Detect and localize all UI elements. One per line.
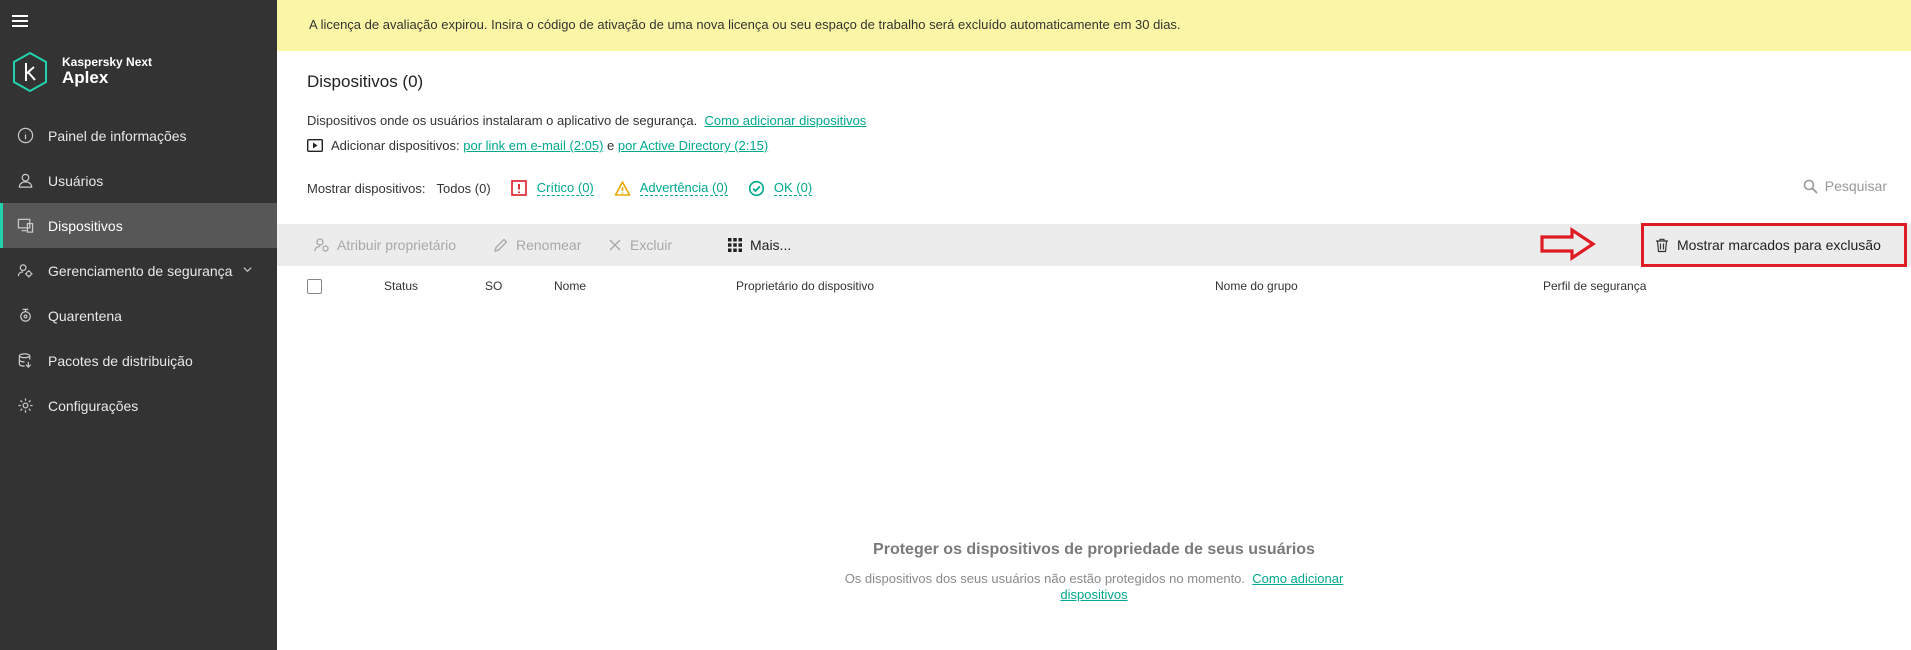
add-and-text: e xyxy=(607,138,615,153)
column-device-owner[interactable]: Proprietário do dispositivo xyxy=(736,279,874,293)
ok-check-icon xyxy=(748,180,765,196)
gear-icon xyxy=(16,397,34,415)
brand-line2: Aplex xyxy=(62,68,109,88)
page-description: Dispositivos onde os usuários instalaram… xyxy=(307,113,866,128)
search-button[interactable]: Pesquisar xyxy=(1803,178,1887,194)
chevron-down-icon xyxy=(243,267,252,273)
grid-menu-icon xyxy=(728,238,742,252)
assign-owner-icon xyxy=(314,238,329,252)
banner-text: A licença de avaliação expirou. Insira o… xyxy=(309,17,1181,32)
empty-state-description: Os dispositivos dos seus usuários não es… xyxy=(819,571,1369,603)
annotation-arrow-icon xyxy=(1540,227,1596,261)
sidebar: Kaspersky Next Aplex Painel de informaçõ… xyxy=(0,0,277,650)
assign-owner-button[interactable]: Atribuir proprietário xyxy=(314,224,456,266)
license-expired-banner: A licença de avaliação expirou. Insira o… xyxy=(277,0,1911,51)
add-devices-line: Adicionar dispositivos: por link em e-ma… xyxy=(307,138,768,153)
table-header: Status SO Nome Proprietário do dispositi… xyxy=(277,266,1911,306)
filter-ok[interactable]: OK (0) xyxy=(748,180,813,197)
filter-all[interactable]: Todos (0) xyxy=(436,181,490,196)
more-button[interactable]: Mais... xyxy=(727,224,791,266)
column-name[interactable]: Nome xyxy=(554,279,586,293)
delete-button[interactable]: Excluir xyxy=(607,224,672,266)
empty-state-text: Os dispositivos dos seus usuários não es… xyxy=(844,571,1246,586)
sidebar-item-label: Painel de informações xyxy=(48,127,187,144)
column-status[interactable]: Status xyxy=(384,279,418,293)
sidebar-item-devices[interactable]: Dispositivos xyxy=(0,203,277,248)
filter-critical-label: Crítico (0) xyxy=(536,180,594,196)
security-management-icon xyxy=(16,262,34,280)
filter-warning-label: Advertência (0) xyxy=(639,180,728,196)
how-to-add-devices-link[interactable]: Como adicionar dispositivos xyxy=(704,113,866,128)
sidebar-item-users[interactable]: Usuários xyxy=(0,158,277,203)
delete-label: Excluir xyxy=(630,237,673,253)
empty-state-title: Proteger os dispositivos de propriedade … xyxy=(873,541,1315,558)
logo[interactable]: Kaspersky Next Aplex xyxy=(12,52,152,92)
assign-owner-label: Atribuir proprietário xyxy=(337,237,457,253)
info-icon xyxy=(16,127,34,145)
sidebar-item-distribution-packages[interactable]: Pacotes de distribuição xyxy=(0,338,277,383)
filters-label: Mostrar dispositivos: xyxy=(307,180,426,196)
sidebar-item-label: Pacotes de distribuição xyxy=(48,352,193,369)
annotation-highlight-box xyxy=(1641,223,1907,267)
sidebar-item-security-management[interactable]: Gerenciamento de segurança xyxy=(0,248,277,293)
filter-ok-label: OK (0) xyxy=(773,180,813,196)
sidebar-nav: Painel de informações Usuários Dispositi… xyxy=(0,113,277,428)
rename-label: Renomear xyxy=(516,237,582,253)
sidebar-item-label: Quarentena xyxy=(48,307,122,324)
search-label: Pesquisar xyxy=(1824,178,1887,194)
close-icon xyxy=(609,239,621,251)
rename-button[interactable]: Renomear xyxy=(493,224,581,266)
description-text: Dispositivos onde os usuários instalaram… xyxy=(307,113,698,128)
column-security-profile[interactable]: Perfil de segurança xyxy=(1543,279,1646,293)
critical-icon xyxy=(510,179,527,196)
devices-icon xyxy=(16,217,34,235)
sidebar-item-label: Usuários xyxy=(48,172,104,189)
column-group-name[interactable]: Nome do grupo xyxy=(1215,279,1298,293)
pencil-icon xyxy=(494,238,508,252)
device-filters: Mostrar dispositivos: Todos (0) Crítico … xyxy=(307,178,813,198)
kaspersky-logo-icon xyxy=(13,52,47,92)
sidebar-item-dashboard[interactable]: Painel de informações xyxy=(0,113,277,158)
sidebar-item-label: Dispositivos xyxy=(48,217,123,234)
sidebar-item-label: Gerenciamento de segurança xyxy=(48,262,233,279)
sidebar-item-settings[interactable]: Configurações xyxy=(0,383,277,428)
main-content: Dispositivos (0) Dispositivos onde os us… xyxy=(277,51,1911,650)
more-label: Mais... xyxy=(750,237,792,253)
user-icon xyxy=(16,172,34,190)
sidebar-item-label: Configurações xyxy=(48,397,139,414)
column-os[interactable]: SO xyxy=(485,279,502,293)
warning-icon xyxy=(614,180,631,196)
filter-critical[interactable]: Crítico (0) xyxy=(510,179,594,197)
page-title: Dispositivos (0) xyxy=(307,72,424,91)
search-icon xyxy=(1803,179,1818,194)
hamburger-menu-icon[interactable] xyxy=(12,15,28,29)
quarantine-icon xyxy=(16,307,34,325)
filter-warning[interactable]: Advertência (0) xyxy=(614,180,728,197)
add-devices-label: Adicionar dispositivos: xyxy=(331,138,460,153)
add-by-email-link[interactable]: por link em e-mail (2:05) xyxy=(463,138,603,153)
video-icon xyxy=(307,139,323,152)
select-all-checkbox[interactable] xyxy=(307,279,322,294)
sidebar-item-quarantine[interactable]: Quarentena xyxy=(0,293,277,338)
packages-icon xyxy=(16,352,34,370)
add-by-active-directory-link[interactable]: por Active Directory (2:15) xyxy=(618,138,768,153)
